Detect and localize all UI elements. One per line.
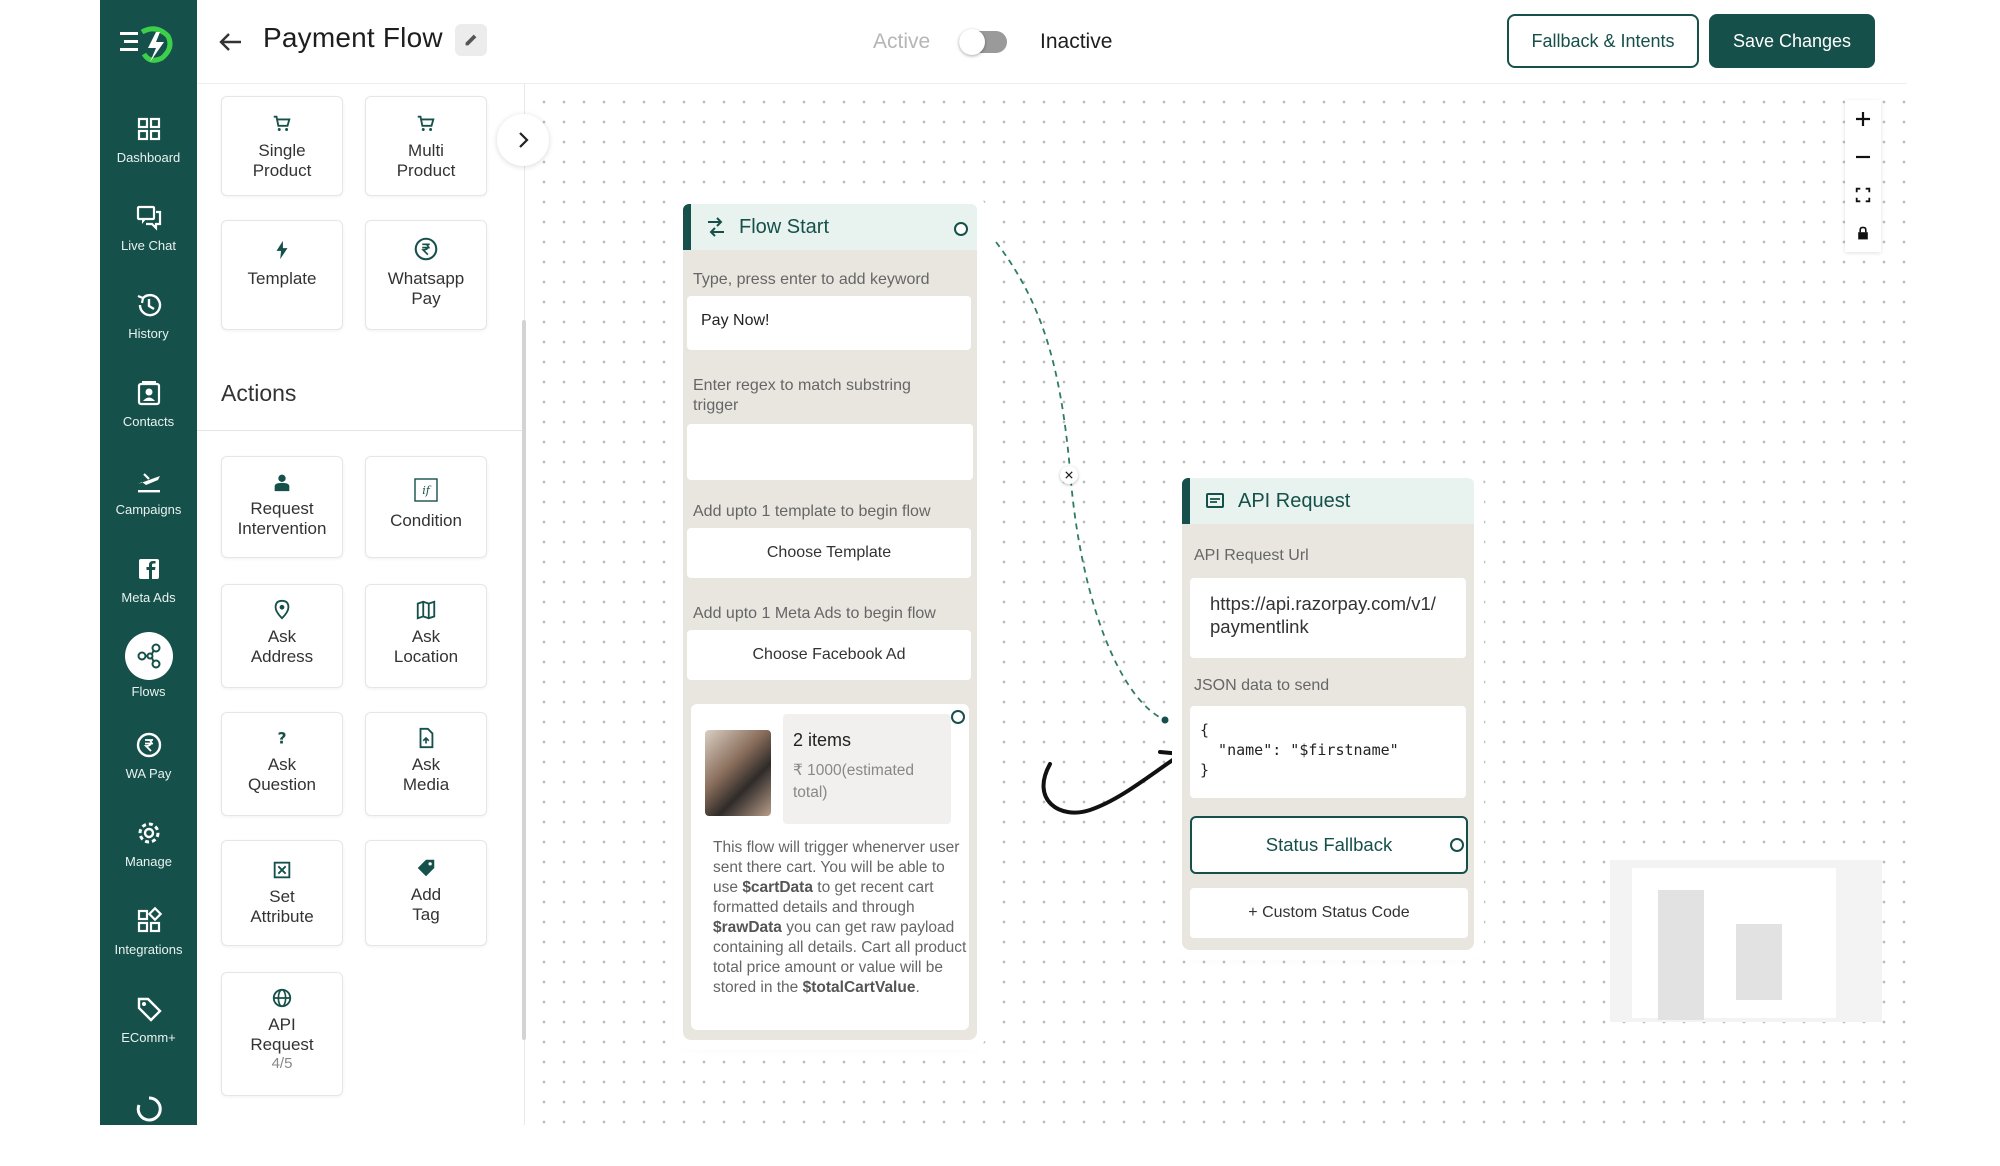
choose-facebook-ad-button[interactable]: Choose Facebook Ad bbox=[687, 630, 971, 680]
node-title: Flow Start bbox=[739, 215, 830, 238]
cart-total: ₹ 1000(estimated total) bbox=[793, 762, 915, 801]
cart-output-handle[interactable] bbox=[951, 710, 965, 724]
fullscreen-icon bbox=[1855, 187, 1871, 203]
regex-input[interactable] bbox=[687, 424, 973, 480]
minus-icon bbox=[1856, 155, 1870, 159]
status-fallback-label: Status Fallback bbox=[1265, 834, 1393, 855]
zoom-out-button[interactable] bbox=[1845, 138, 1881, 176]
status-fallback-button[interactable]: Status Fallback bbox=[1190, 816, 1468, 874]
regex-label: Enter regex to match substring trigger bbox=[693, 377, 911, 414]
variable-cart-data: $cartData bbox=[742, 879, 813, 896]
node-header: Flow Start bbox=[683, 204, 977, 250]
edge-flow-start-to-api bbox=[995, 241, 1166, 721]
canvas-controls bbox=[1845, 100, 1881, 252]
node-title: API Request bbox=[1238, 489, 1351, 512]
cart-product-image bbox=[705, 730, 771, 816]
template-label: Add upto 1 template to begin flow bbox=[693, 503, 931, 520]
minimap-node bbox=[1658, 890, 1704, 1020]
plus-icon bbox=[1856, 112, 1870, 126]
app-root: Dashboard Live Chat History Contacts Cam… bbox=[0, 0, 2000, 1125]
lock-button[interactable] bbox=[1845, 214, 1881, 252]
cart-items-count: 2 items bbox=[793, 730, 852, 750]
cart-description: This flow will trigger whenerver user se… bbox=[713, 839, 967, 996]
lock-icon bbox=[1858, 226, 1868, 240]
node-header: API Request bbox=[1182, 478, 1474, 524]
delete-edge-button[interactable] bbox=[1060, 466, 1078, 484]
variable-raw-data: $rawData bbox=[713, 919, 782, 936]
json-label: JSON data to send bbox=[1194, 677, 1330, 694]
close-icon bbox=[1065, 471, 1073, 479]
api-request-node[interactable]: API Request API Request Url https://api.… bbox=[1182, 478, 1474, 950]
annotation-arrow bbox=[1041, 753, 1182, 815]
edge-end-dot bbox=[1161, 716, 1169, 724]
flow-start-icon bbox=[708, 217, 724, 237]
json-data-input[interactable]: { "name": "$firstname" } bbox=[1190, 706, 1466, 798]
fit-view-button[interactable] bbox=[1845, 176, 1881, 214]
keyword-label: Type, press enter to add keyword bbox=[693, 271, 930, 288]
minimap-node bbox=[1736, 924, 1782, 1000]
api-url-label: API Request Url bbox=[1194, 547, 1309, 564]
cart-summary: 2 items ₹ 1000(estimated total) bbox=[783, 714, 951, 824]
cart-trigger-card: 2 items ₹ 1000(estimated total) This flo… bbox=[691, 704, 969, 1030]
choose-template-button[interactable]: Choose Template bbox=[687, 528, 971, 578]
status-fallback-handle[interactable] bbox=[1450, 838, 1464, 852]
flow-start-node[interactable]: Flow Start Type, press enter to add keyw… bbox=[683, 204, 977, 1040]
variable-total-cart-value: $totalCartValue bbox=[802, 979, 916, 996]
minimap-viewport bbox=[1632, 868, 1836, 1020]
minimap[interactable] bbox=[1610, 860, 1882, 1022]
message-icon bbox=[1206, 493, 1224, 508]
add-custom-status-button[interactable]: + Custom Status Code bbox=[1190, 888, 1468, 938]
meta-ads-label: Add upto 1 Meta Ads to begin flow bbox=[693, 605, 936, 622]
output-handle[interactable] bbox=[954, 222, 968, 236]
api-url-input[interactable]: https://api.razorpay.com/v1/paymentlink bbox=[1190, 578, 1466, 658]
zoom-in-button[interactable] bbox=[1845, 100, 1881, 138]
keyword-input[interactable]: Pay Now! bbox=[687, 296, 971, 350]
